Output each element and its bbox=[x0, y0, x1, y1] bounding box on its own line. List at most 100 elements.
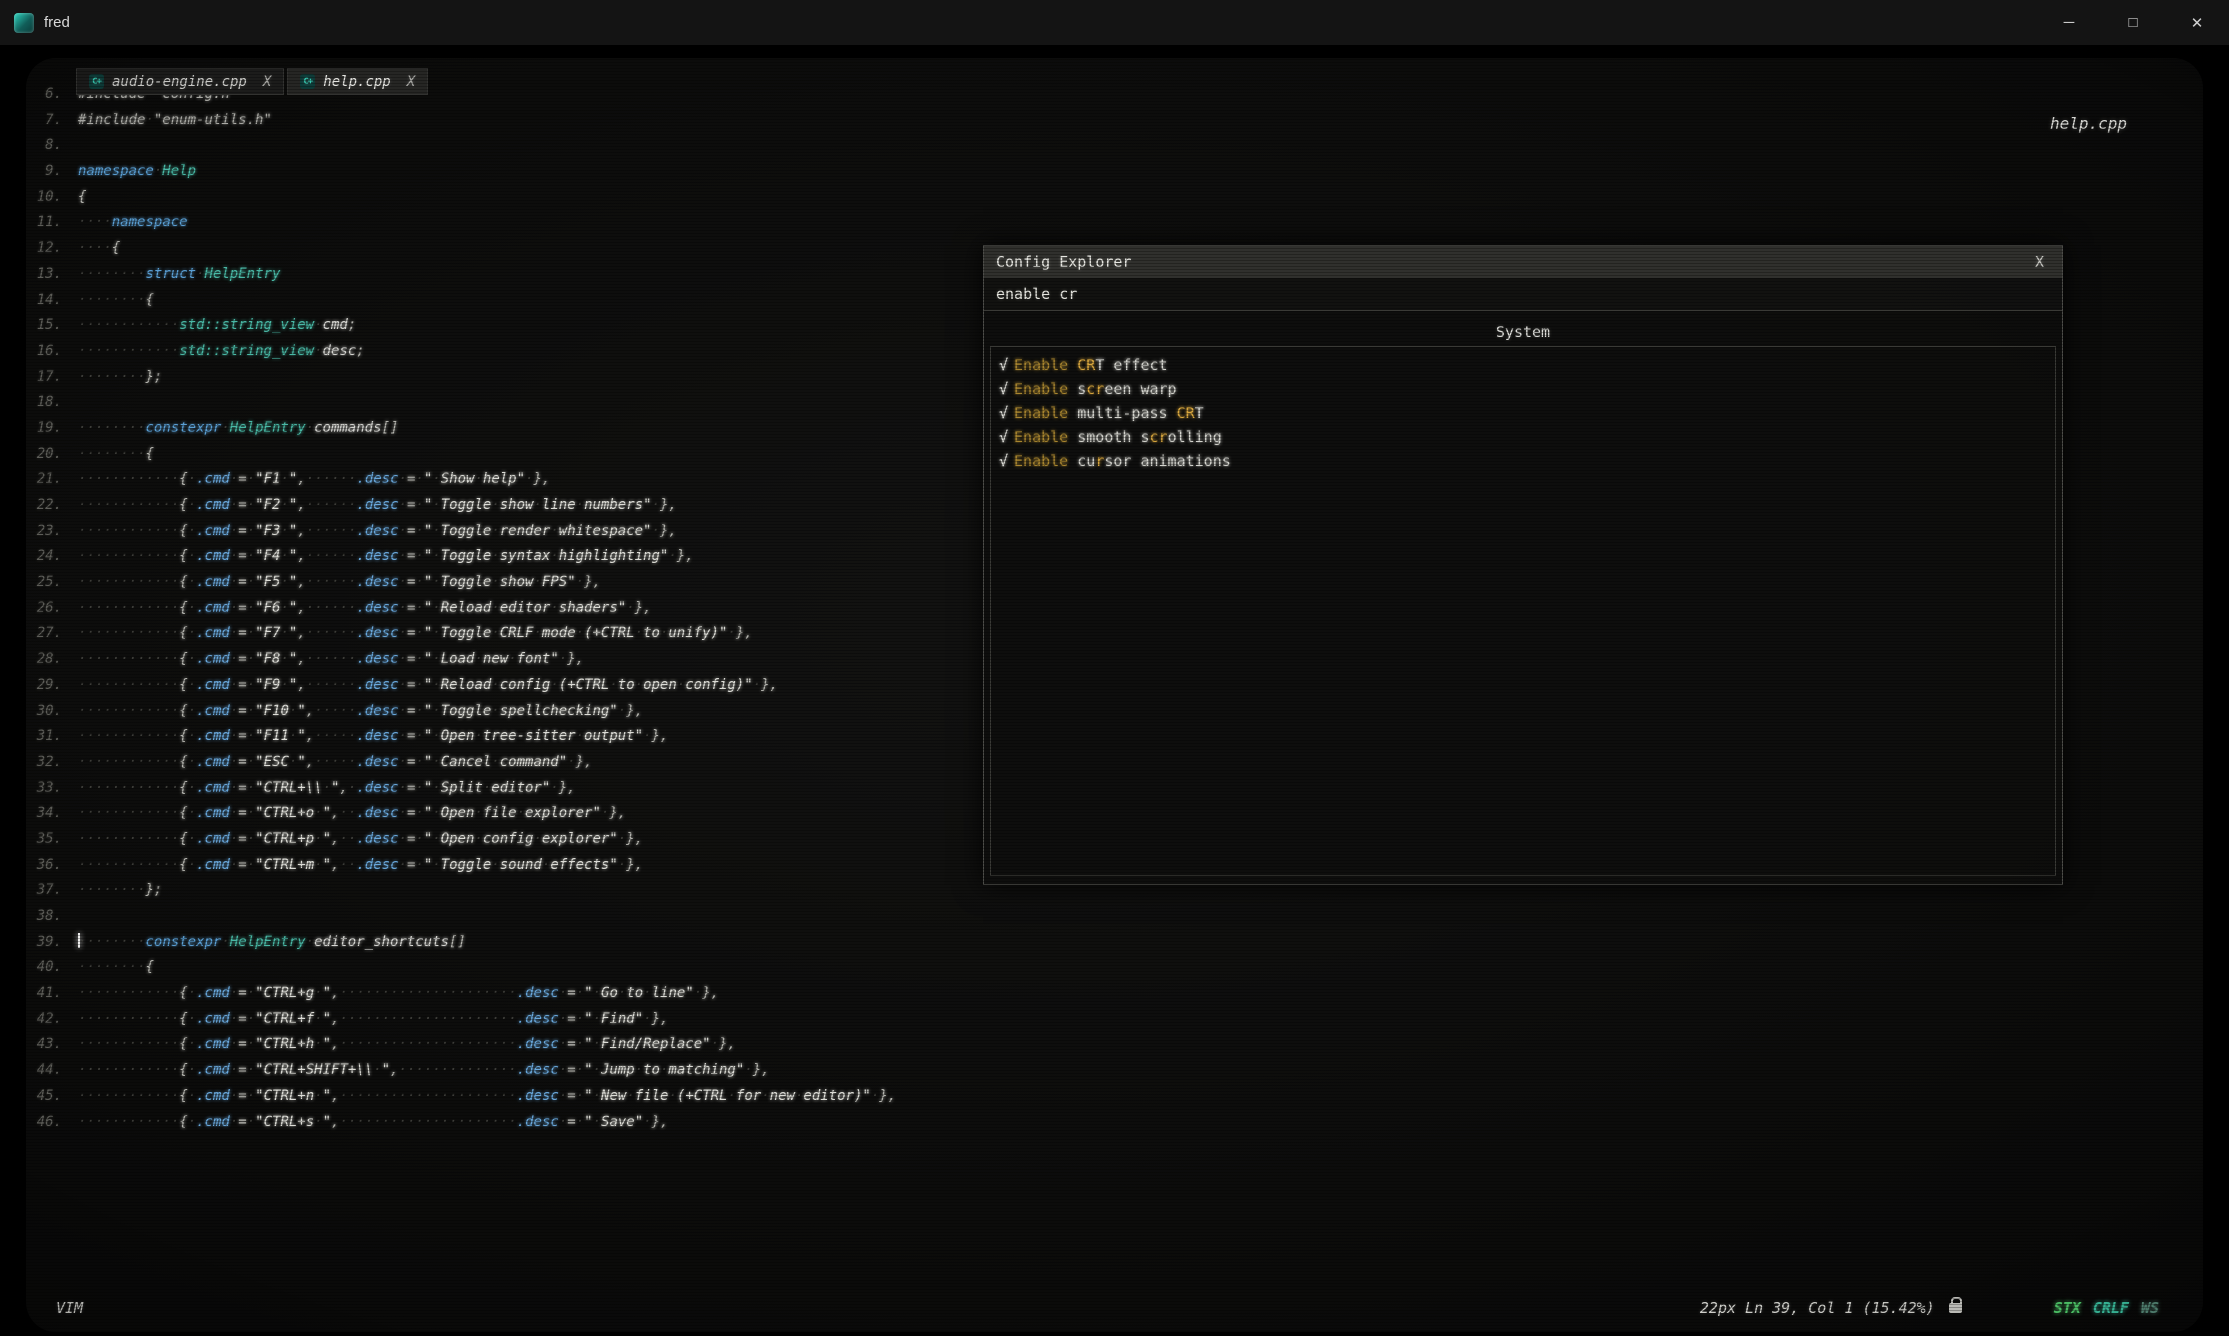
line-number: 12. bbox=[32, 236, 78, 262]
line-number: 6. bbox=[32, 82, 78, 108]
line-number: 8. bbox=[32, 133, 78, 159]
config-explorer-header: Config Explorer X bbox=[984, 246, 2062, 278]
status-flag-stx: STX bbox=[2054, 1299, 2081, 1317]
checkmark-icon: √ bbox=[999, 428, 1008, 446]
line-number: 40. bbox=[32, 955, 78, 981]
code-line[interactable]: 10.{ bbox=[32, 185, 2203, 211]
window-controls: ─ □ ✕ bbox=[2037, 0, 2229, 45]
code-line[interactable]: 39.········constexpr·HelpEntry·editor_sh… bbox=[32, 930, 2203, 956]
tab-label: audio-engine.cpp bbox=[112, 74, 247, 90]
line-number: 18. bbox=[32, 390, 78, 416]
tab-close-icon[interactable]: X bbox=[263, 74, 271, 90]
line-number: 20. bbox=[32, 442, 78, 468]
line-number: 29. bbox=[32, 673, 78, 699]
line-number: 31. bbox=[32, 724, 78, 750]
checkmark-icon: √ bbox=[999, 404, 1008, 422]
titlebar: fred ─ □ ✕ bbox=[0, 0, 2229, 46]
line-number: 26. bbox=[32, 596, 78, 622]
window-title: fred bbox=[44, 14, 70, 31]
line-number: 13. bbox=[32, 262, 78, 288]
config-option[interactable]: √Enable smooth scrolling bbox=[999, 425, 2047, 449]
tab-close-icon[interactable]: X bbox=[407, 74, 415, 90]
checkmark-icon: √ bbox=[999, 380, 1008, 398]
close-button[interactable]: ✕ bbox=[2165, 0, 2229, 45]
line-number: 9. bbox=[32, 159, 78, 185]
line-number: 45. bbox=[32, 1084, 78, 1110]
line-number: 16. bbox=[32, 339, 78, 365]
line-number: 30. bbox=[32, 699, 78, 725]
checkmark-icon: √ bbox=[999, 356, 1008, 374]
cpp-file-icon bbox=[89, 74, 104, 89]
config-section-title: System bbox=[984, 323, 2062, 341]
code-line[interactable]: 43.············{·.cmd·=·"CTRL+h·",······… bbox=[32, 1032, 2203, 1058]
line-number: 22. bbox=[32, 493, 78, 519]
code-line[interactable]: 44.············{·.cmd·=·"CTRL+SHIFT+\\·"… bbox=[32, 1058, 2203, 1084]
config-explorer-panel: Config Explorer X System √Enable CRT eff… bbox=[983, 245, 2063, 885]
status-flag-ws: WS bbox=[2141, 1299, 2159, 1317]
line-number: 10. bbox=[32, 185, 78, 211]
line-number: 14. bbox=[32, 288, 78, 314]
code-line[interactable]: 41.············{·.cmd·=·"CTRL+g·",······… bbox=[32, 981, 2203, 1007]
line-number: 39. bbox=[32, 930, 78, 956]
status-mode: VIM bbox=[56, 1299, 83, 1317]
config-search-row bbox=[984, 278, 2062, 311]
tab-audio-engine[interactable]: audio-engine.cpp X bbox=[76, 68, 284, 95]
line-number: 43. bbox=[32, 1032, 78, 1058]
checkmark-icon: √ bbox=[999, 452, 1008, 470]
config-search-input[interactable] bbox=[996, 285, 2050, 303]
app-icon bbox=[14, 13, 34, 33]
line-number: 27. bbox=[32, 621, 78, 647]
line-number: 24. bbox=[32, 544, 78, 570]
line-number: 37. bbox=[32, 878, 78, 904]
line-number: 38. bbox=[32, 904, 78, 930]
line-number: 33. bbox=[32, 776, 78, 802]
line-number: 25. bbox=[32, 570, 78, 596]
code-line[interactable]: 38. bbox=[32, 904, 2203, 930]
minimize-button[interactable]: ─ bbox=[2037, 0, 2101, 45]
config-option[interactable]: √Enable multi-pass CRT bbox=[999, 401, 2047, 425]
code-line[interactable]: 46.············{·.cmd·=·"CTRL+s·",······… bbox=[32, 1110, 2203, 1136]
code-line[interactable]: 8. bbox=[32, 133, 2203, 159]
code-line[interactable]: 9.namespace·Help bbox=[32, 159, 2203, 185]
config-option[interactable]: √Enable cursor animations bbox=[999, 449, 2047, 473]
code-line[interactable]: 40.········{ bbox=[32, 955, 2203, 981]
code-line[interactable]: 7.#include·"enum-utils.h" bbox=[32, 108, 2203, 134]
config-item-list: √Enable CRT effect√Enable screen warp√En… bbox=[990, 346, 2056, 876]
line-number: 28. bbox=[32, 647, 78, 673]
tab-bar: audio-engine.cpp X help.cpp X bbox=[76, 68, 428, 95]
line-number: 21. bbox=[32, 467, 78, 493]
config-option[interactable]: √Enable screen warp bbox=[999, 377, 2047, 401]
line-number: 19. bbox=[32, 416, 78, 442]
line-number: 44. bbox=[32, 1058, 78, 1084]
tab-label: help.cpp bbox=[323, 74, 390, 90]
lock-icon bbox=[1949, 1303, 1962, 1313]
code-line[interactable]: 45.············{·.cmd·=·"CTRL+n·",······… bbox=[32, 1084, 2203, 1110]
status-bar: VIM 22px Ln 39, Col 1 (15.42%) STX CRLF WS bbox=[56, 1296, 2159, 1320]
line-number: 17. bbox=[32, 365, 78, 391]
status-right: 22px Ln 39, Col 1 (15.42%) STX CRLF WS bbox=[1700, 1299, 2159, 1317]
line-number: 36. bbox=[32, 853, 78, 879]
status-flags: STX CRLF WS bbox=[2054, 1299, 2159, 1317]
line-number: 15. bbox=[32, 313, 78, 339]
config-explorer-title: Config Explorer bbox=[996, 253, 1131, 271]
status-flag-crlf: CRLF bbox=[2093, 1299, 2129, 1317]
filename-badge: help.cpp bbox=[2050, 114, 2127, 133]
line-number: 35. bbox=[32, 827, 78, 853]
line-number: 23. bbox=[32, 519, 78, 545]
status-position-info: 22px Ln 39, Col 1 (15.42%) bbox=[1700, 1299, 1935, 1317]
line-number: 41. bbox=[32, 981, 78, 1007]
tab-help[interactable]: help.cpp X bbox=[287, 68, 428, 95]
line-number: 42. bbox=[32, 1007, 78, 1033]
cpp-file-icon bbox=[300, 74, 315, 89]
config-close-icon[interactable]: X bbox=[2029, 253, 2050, 271]
crt-screen: 6.#include·"config.h"7.#include·"enum-ut… bbox=[26, 58, 2203, 1332]
maximize-button[interactable]: □ bbox=[2101, 0, 2165, 45]
line-number: 32. bbox=[32, 750, 78, 776]
line-number: 34. bbox=[32, 801, 78, 827]
line-number: 46. bbox=[32, 1110, 78, 1136]
line-number: 11. bbox=[32, 210, 78, 236]
config-option[interactable]: √Enable CRT effect bbox=[999, 353, 2047, 377]
code-line[interactable]: 42.············{·.cmd·=·"CTRL+f·",······… bbox=[32, 1007, 2203, 1033]
line-number: 7. bbox=[32, 108, 78, 134]
code-line[interactable]: 11.····namespace bbox=[32, 210, 2203, 236]
